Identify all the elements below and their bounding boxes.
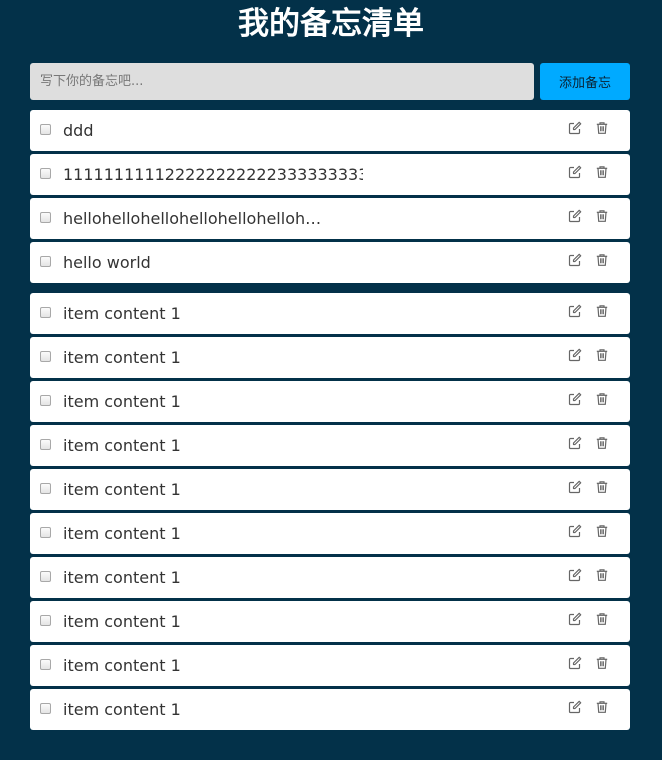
memo-text: 11111111112222222222233333333333…: [63, 165, 363, 184]
memo-checkbox[interactable]: [40, 439, 51, 450]
memo-item: hellohellohellohellohellohelloh…: [30, 198, 630, 239]
edit-icon[interactable]: [568, 700, 582, 714]
trash-icon[interactable]: [595, 568, 609, 582]
trash-icon[interactable]: [595, 436, 609, 450]
memo-checkbox[interactable]: [40, 256, 51, 267]
memo-text: item content 1: [63, 612, 181, 631]
edit-icon[interactable]: [568, 348, 582, 362]
memo-text: item content 1: [63, 304, 181, 323]
memo-input[interactable]: [30, 63, 534, 100]
memo-item: item content 1: [30, 689, 630, 730]
edit-icon[interactable]: [568, 612, 582, 626]
memo-item: item content 1: [30, 601, 630, 642]
memo-checkbox[interactable]: [40, 615, 51, 626]
edit-icon[interactable]: [568, 209, 582, 223]
memo-item: item content 1: [30, 337, 630, 378]
memo-checkbox[interactable]: [40, 168, 51, 179]
trash-icon[interactable]: [595, 392, 609, 406]
edit-icon[interactable]: [568, 436, 582, 450]
memo-item: hello world: [30, 242, 630, 283]
memo-checkbox[interactable]: [40, 395, 51, 406]
memo-item: 11111111112222222222233333333333…: [30, 154, 630, 195]
edit-icon[interactable]: [568, 253, 582, 267]
memo-checkbox[interactable]: [40, 483, 51, 494]
edit-icon[interactable]: [568, 304, 582, 318]
memo-checkbox[interactable]: [40, 307, 51, 318]
trash-icon[interactable]: [595, 656, 609, 670]
memo-text: item content 1: [63, 436, 181, 455]
memo-text: hello world: [63, 253, 151, 272]
trash-icon[interactable]: [595, 524, 609, 538]
trash-icon[interactable]: [595, 253, 609, 267]
memo-item: ddd: [30, 110, 630, 151]
page-title: 我的备忘清单: [238, 6, 424, 42]
memo-text: item content 1: [63, 348, 181, 367]
memo-item: item content 1: [30, 293, 630, 334]
memo-checkbox[interactable]: [40, 571, 51, 582]
memo-checkbox[interactable]: [40, 351, 51, 362]
memo-item: item content 1: [30, 425, 630, 466]
memo-checkbox[interactable]: [40, 659, 51, 670]
memo-text: hellohellohellohellohellohelloh…: [63, 209, 322, 228]
memo-checkbox[interactable]: [40, 703, 51, 714]
trash-icon[interactable]: [595, 304, 609, 318]
edit-icon[interactable]: [568, 165, 582, 179]
trash-icon[interactable]: [595, 612, 609, 626]
trash-icon[interactable]: [595, 209, 609, 223]
edit-icon[interactable]: [568, 656, 582, 670]
trash-icon[interactable]: [595, 165, 609, 179]
memo-text: item content 1: [63, 524, 181, 543]
memo-text: ddd: [63, 121, 94, 140]
memo-item: item content 1: [30, 381, 630, 422]
memo-text: item content 1: [63, 392, 181, 411]
edit-icon[interactable]: [568, 121, 582, 135]
memo-text: item content 1: [63, 568, 181, 587]
memo-checkbox[interactable]: [40, 124, 51, 135]
edit-icon[interactable]: [568, 568, 582, 582]
memo-checkbox[interactable]: [40, 212, 51, 223]
trash-icon[interactable]: [595, 700, 609, 714]
memo-checkbox[interactable]: [40, 527, 51, 538]
memo-item: item content 1: [30, 469, 630, 510]
memo-item: item content 1: [30, 645, 630, 686]
memo-text: item content 1: [63, 656, 181, 675]
memo-item: item content 1: [30, 557, 630, 598]
trash-icon[interactable]: [595, 480, 609, 494]
memo-text: item content 1: [63, 700, 181, 719]
trash-icon[interactable]: [595, 348, 609, 362]
edit-icon[interactable]: [568, 392, 582, 406]
add-memo-button[interactable]: 添加备忘: [540, 63, 630, 100]
edit-icon[interactable]: [568, 480, 582, 494]
memo-composer: 添加备忘: [30, 63, 630, 100]
edit-icon[interactable]: [568, 524, 582, 538]
trash-icon[interactable]: [595, 121, 609, 135]
memo-text: item content 1: [63, 480, 181, 499]
memo-item: item content 1: [30, 513, 630, 554]
